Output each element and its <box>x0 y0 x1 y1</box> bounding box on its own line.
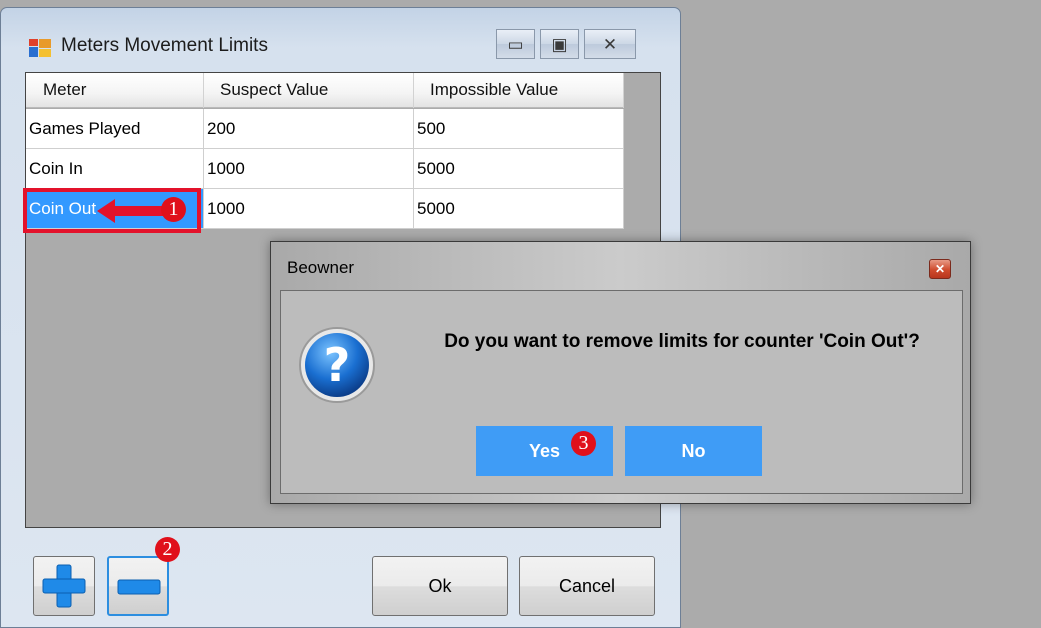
table-row[interactable]: Games Played 200 500 <box>26 109 624 149</box>
column-header-impossible-value[interactable]: Impossible Value <box>414 73 624 108</box>
maximize-button[interactable]: ▣ <box>540 29 579 59</box>
window-title: Meters Movement Limits <box>61 35 268 56</box>
cancel-button[interactable]: Cancel <box>519 556 655 616</box>
step-badge-3: 3 <box>571 431 596 456</box>
cell-meter[interactable]: Coin In <box>26 149 204 189</box>
yes-label: Yes <box>528 441 561 461</box>
add-limit-button[interactable] <box>33 556 95 616</box>
window-titlebar[interactable]: Meters Movement Limits ▭ ▣ ✕ <box>1 8 680 68</box>
minimize-icon: ▭ <box>507 34 524 54</box>
column-header-meter[interactable]: Meter <box>26 73 204 108</box>
remove-limit-button[interactable] <box>107 556 169 616</box>
question-icon: ? <box>299 327 375 403</box>
minimize-button[interactable]: ▭ <box>496 29 535 59</box>
cell-impossible-value[interactable]: 500 <box>414 109 624 149</box>
dialog-close-button[interactable]: ✕ <box>929 259 951 279</box>
maximize-icon: ▣ <box>551 34 568 54</box>
cell-suspect-value[interactable]: 1000 <box>204 189 414 229</box>
svg-text:?: ? <box>324 338 351 392</box>
close-icon: ✕ <box>602 34 618 54</box>
app-icon <box>29 39 51 57</box>
plus-icon <box>42 564 86 608</box>
cell-suspect-value[interactable]: 200 <box>204 109 414 149</box>
ok-button[interactable]: Ok <box>372 556 508 616</box>
confirm-dialog: Beowner ✕ ? Do you want to remove limits… <box>270 241 971 504</box>
step-badge-1: 1 <box>161 197 186 222</box>
minus-icon <box>117 579 161 595</box>
column-header-suspect-value[interactable]: Suspect Value <box>204 73 414 108</box>
table-row[interactable]: Coin In 1000 5000 <box>26 149 624 189</box>
grid-header: Meter Suspect Value Impossible Value <box>26 73 624 108</box>
cell-impossible-value[interactable]: 5000 <box>414 189 624 229</box>
step-badge-2: 2 <box>155 537 180 562</box>
cell-suspect-value[interactable]: 1000 <box>204 149 414 189</box>
dialog-body: ? Do you want to remove limits for count… <box>280 290 963 494</box>
dialog-message: Do you want to remove limits for counter… <box>444 331 920 352</box>
close-icon: ✕ <box>934 262 946 276</box>
cell-impossible-value[interactable]: 5000 <box>414 149 624 189</box>
close-button[interactable]: ✕ <box>584 29 636 59</box>
dialog-title: Beowner <box>287 258 355 277</box>
no-button[interactable]: No <box>625 426 762 476</box>
cell-meter[interactable]: Games Played <box>26 109 204 149</box>
caption-buttons: ▭ ▣ ✕ <box>496 29 636 59</box>
